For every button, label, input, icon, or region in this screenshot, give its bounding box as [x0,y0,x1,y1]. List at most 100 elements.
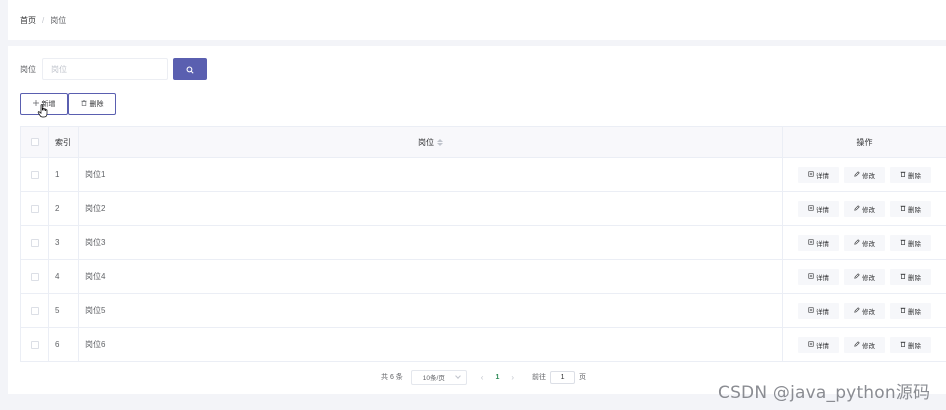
edit-button-label: 修改 [862,172,875,180]
row-checkbox[interactable] [30,306,39,315]
row-checkbox[interactable] [30,340,39,349]
detail-button-label: 详情 [816,240,829,248]
row-operations: 详情 修改 删除 [783,226,946,259]
row-position: 岗位6 [79,328,783,361]
row-index: 3 [49,226,79,259]
detail-button[interactable]: 详情 [798,336,839,353]
trash-icon [900,341,906,349]
row-delete-button-label: 删除 [908,274,921,282]
row-index: 5 [49,294,79,327]
header-checkbox-cell [20,127,49,157]
row-delete-button[interactable]: 删除 [890,166,931,183]
row-checkbox-cell [20,294,49,327]
goto-page-input[interactable] [550,370,576,384]
row-operations: 详情 修改 删除 [783,158,946,191]
delete-button[interactable]: 删除 [68,93,116,115]
prev-page-icon[interactable]: ‹ [481,373,484,382]
header-index: 索引 [49,127,79,157]
row-position: 岗位4 [79,260,783,293]
row-checkbox[interactable] [30,170,39,179]
edit-button-label: 修改 [862,274,875,282]
table-row: 5 岗位5 详情 修改 删除 [20,294,946,328]
edit-button[interactable]: 修改 [844,336,885,353]
row-delete-button[interactable]: 删除 [890,200,931,217]
breadcrumb-home[interactable]: 首页 [20,15,36,26]
detail-button-label: 详情 [816,172,829,180]
main-panel: 岗位 新增 删除 索引 [8,46,946,394]
row-delete-button[interactable]: 删除 [890,268,931,285]
table-row: 1 岗位1 详情 修改 删除 [20,158,946,192]
positions-table: 索引 岗位 操作 1 岗位1 详情 修改 删除 2 岗位2 详情 修改 删除 3… [20,126,946,362]
row-index: 2 [49,192,79,225]
chevron-down-icon [454,373,461,379]
document-icon [808,204,814,213]
search-form: 岗位 [20,58,207,80]
trash-icon [900,239,906,247]
pagination: 共 6 条 10条/页 ‹ 1 › 前往 页 [381,369,586,385]
detail-button[interactable]: 详情 [798,200,839,217]
edit-button[interactable]: 修改 [844,200,885,217]
trash-icon [900,273,906,281]
row-delete-button-label: 删除 [908,240,921,248]
delete-button-label: 删除 [89,101,104,108]
search-button[interactable] [173,58,207,80]
detail-button-label: 详情 [816,308,829,316]
row-index: 4 [49,260,79,293]
hand-pointer-icon [37,104,49,118]
row-checkbox-cell [20,192,49,225]
edit-button[interactable]: 修改 [844,268,885,285]
row-checkbox-cell [20,260,49,293]
detail-button[interactable]: 详情 [798,302,839,319]
row-position: 岗位3 [79,226,783,259]
row-checkbox[interactable] [30,272,39,281]
edit-button-label: 修改 [862,240,875,248]
detail-button[interactable]: 详情 [798,268,839,285]
row-checkbox[interactable] [30,238,39,247]
header-position-label: 岗位 [418,137,434,147]
row-operations: 详情 修改 删除 [783,294,946,327]
next-page-icon[interactable]: › [511,373,514,382]
row-delete-button[interactable]: 删除 [890,234,931,251]
row-index: 1 [49,158,79,191]
pencil-icon [854,170,860,179]
edit-button[interactable]: 修改 [844,302,885,319]
row-delete-button[interactable]: 删除 [890,302,931,319]
detail-button[interactable]: 详情 [798,234,839,251]
page-number-current[interactable]: 1 [495,374,499,381]
row-delete-button-label: 删除 [908,308,921,316]
edit-button[interactable]: 修改 [844,234,885,251]
pencil-icon [854,238,860,247]
breadcrumb: 首页 / 岗位 [20,15,66,26]
action-buttons: 新增 删除 [20,93,116,115]
table-header: 索引 岗位 操作 [20,126,946,158]
pagination-total: 共 6 条 [381,374,403,381]
row-delete-button[interactable]: 删除 [890,336,931,353]
header-position[interactable]: 岗位 [79,127,783,157]
page-size-value: 10条/页 [422,375,445,382]
search-icon [186,62,194,77]
search-input[interactable] [42,58,168,80]
detail-button[interactable]: 详情 [798,166,839,183]
trash-icon [900,171,906,179]
document-icon [808,238,814,247]
row-delete-button-label: 删除 [908,342,921,350]
edit-button[interactable]: 修改 [844,166,885,183]
document-icon [808,306,814,315]
goto-label: 前往 [532,374,547,381]
table-row: 3 岗位3 详情 修改 删除 [20,226,946,260]
row-checkbox-cell [20,328,49,361]
pencil-icon [854,204,860,213]
edit-button-label: 修改 [862,206,875,214]
table-row: 6 岗位6 详情 修改 删除 [20,328,946,362]
page-size-select[interactable]: 10条/页 [410,369,467,385]
table-body: 1 岗位1 详情 修改 删除 2 岗位2 详情 修改 删除 3 岗位3 详情 修… [20,158,946,362]
select-all-checkbox[interactable] [30,138,39,146]
trash-icon [80,100,87,108]
row-checkbox[interactable] [30,204,39,213]
sort-icon[interactable] [437,138,443,146]
row-operations: 详情 修改 删除 [783,192,946,225]
edit-button-label: 修改 [862,342,875,350]
row-checkbox-cell [20,158,49,191]
pencil-icon [854,306,860,315]
goto-suffix: 页 [579,374,587,381]
